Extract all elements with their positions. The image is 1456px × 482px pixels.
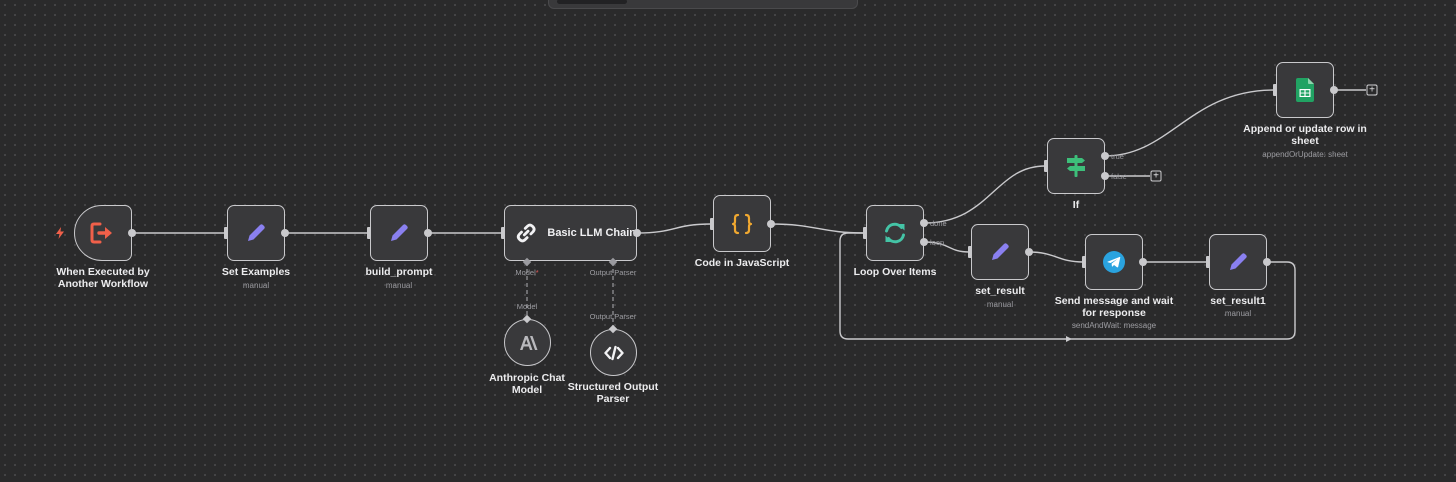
pencil-icon [992,243,1009,260]
if-title: If [1072,199,1080,211]
parser-connector-label: Output Parser [589,312,637,321]
node-basic-llm-chain[interactable]: Basic LLM Chain [504,205,637,261]
anthropic-logo-icon [519,335,537,350]
google-sheets-icon [1296,78,1314,102]
llm-parser-port-label: Output Parser [589,268,637,277]
loop-done-handle[interactable] [920,219,928,227]
setresult-subtitle: manual [986,300,1014,309]
trigger-output-handle[interactable] [128,229,136,237]
loop-loop-label: loop [930,238,945,247]
setresult1-subtitle: manual [1224,309,1252,318]
loopback-arrow [1066,336,1072,342]
setexamples-title: Set Examples [221,266,291,278]
node-set-examples[interactable] [227,205,285,261]
node-code-javascript[interactable] [713,195,771,252]
trigger-bolt-icon [56,227,64,239]
wire-setresult-telegram [1028,251,1084,263]
telegram-title: Send message and wait for response [1054,295,1174,319]
loop-done-label: done [930,219,947,228]
loop-title: Loop Over Items [853,266,937,278]
setresult-output-handle[interactable] [1025,248,1033,256]
setresult-title: set_result [975,285,1025,297]
anthropic-connector-label: Model [516,302,538,311]
setexamples-subtitle: manual [242,281,270,290]
code-icon [603,345,624,360]
loop-loop-handle[interactable] [920,238,928,246]
sheets-title: Append or update row in sheet [1243,123,1367,147]
node-set-result1[interactable] [1209,234,1267,290]
if-true-handle[interactable] [1101,152,1109,160]
wire-code-loop [770,223,865,234]
if-true-label: true [1111,152,1124,161]
if-false-add-button[interactable]: + [1150,170,1162,182]
link-icon [516,223,536,243]
node-append-update-sheet[interactable] [1276,62,1334,118]
signpost-icon [1067,155,1085,177]
pencil-icon [391,224,408,241]
sign-out-icon [90,222,112,244]
node-send-message-telegram[interactable] [1085,234,1143,290]
sheets-add-button[interactable]: + [1366,84,1378,96]
node-build-prompt[interactable] [370,205,428,261]
llm-model-port-label: Model* [515,268,539,277]
setexamples-output-handle[interactable] [281,229,289,237]
sheets-output-handle[interactable] [1330,86,1338,94]
telegram-subtitle: sendAndWait: message [1071,321,1157,330]
parser-title: Structured Output Parser [567,381,659,405]
node-loop-over-items[interactable] [866,205,924,261]
if-false-label: false [1111,172,1127,181]
setresult1-title: set_result1 [1210,295,1266,307]
node-trigger[interactable] [74,205,132,261]
node-if[interactable] [1047,138,1105,194]
if-false-handle[interactable] [1101,172,1109,180]
wire-llm-code [636,223,712,234]
node-set-result[interactable] [971,224,1029,280]
telegram-icon [1103,251,1125,273]
node-anthropic-chat-model[interactable] [504,319,551,366]
telegram-output-handle[interactable] [1139,258,1147,266]
anthropic-title: Anthropic Chat Model [489,372,565,396]
trigger-title: When Executed by Another Workflow [56,266,150,290]
pencil-icon [248,224,265,241]
code-title: Code in JavaScript [694,257,790,269]
llm-chain-title: Basic LLM Chain [547,227,636,239]
setresult1-output-handle[interactable] [1263,258,1271,266]
node-structured-output-parser[interactable] [590,329,637,376]
curly-braces-icon [731,213,753,234]
sync-icon [885,222,905,244]
buildprompt-output-handle[interactable] [424,229,432,237]
sheets-subtitle: appendOrUpdate: sheet [1262,150,1348,159]
wire-loop-if [923,165,1046,224]
llm-output-handle[interactable] [633,229,641,237]
pencil-icon [1230,253,1247,270]
buildprompt-title: build_prompt [365,266,433,278]
code-output-handle[interactable] [767,220,775,228]
buildprompt-subtitle: manual [385,281,413,290]
